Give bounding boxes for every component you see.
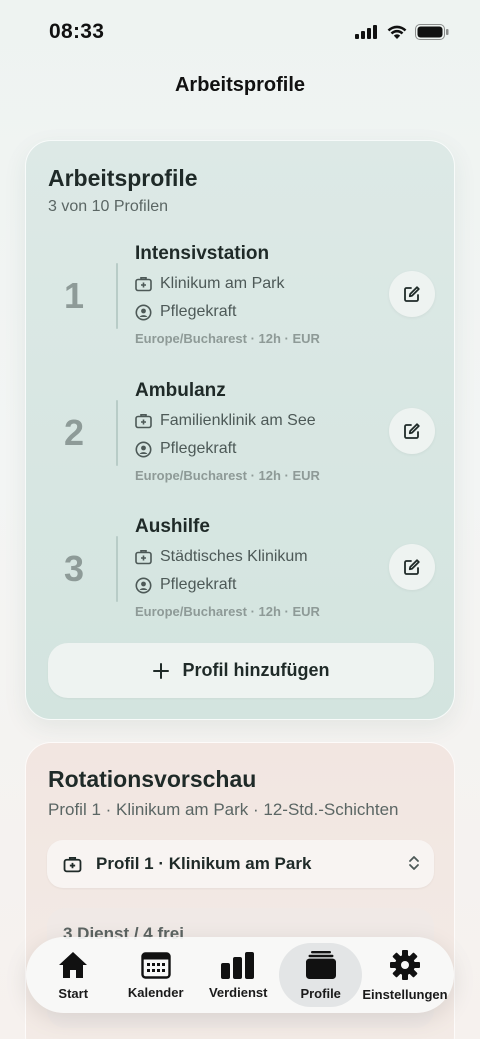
hospital-icon bbox=[135, 550, 152, 565]
profiles-card-title: Arbeitsprofile bbox=[48, 165, 198, 191]
tab-einstellungen[interactable]: Einstellungen bbox=[362, 943, 448, 1007]
profile-name: Aushilfe bbox=[135, 516, 210, 537]
profile-clinic: Familienklinik am See bbox=[160, 412, 316, 429]
tab-label: Einstellungen bbox=[362, 986, 448, 1002]
profile-name: Intensivstation bbox=[135, 243, 270, 264]
wifi-icon bbox=[387, 25, 407, 39]
profile-clinic-line: Klinikum am Park bbox=[135, 275, 284, 293]
tab-label: Start bbox=[58, 985, 89, 1001]
calendar-icon bbox=[141, 951, 171, 979]
home-icon bbox=[59, 951, 88, 978]
status-time: 08:33 bbox=[49, 20, 105, 43]
profile-name: Ambulanz bbox=[135, 380, 226, 401]
edit-profile-button[interactable] bbox=[389, 408, 435, 454]
profile-select[interactable]: Profil 1 · Klinikum am Park bbox=[47, 840, 434, 888]
tab-label: Verdienst bbox=[208, 984, 268, 1000]
profile-number: 2 bbox=[63, 412, 85, 453]
hospital-icon bbox=[135, 414, 152, 429]
status-icons bbox=[355, 24, 449, 40]
stack-icon bbox=[305, 950, 336, 979]
tab-start[interactable]: Start bbox=[32, 943, 114, 1007]
tab-bar: Start Kalender Verdienst Profile Einstel… bbox=[26, 937, 454, 1013]
hospital-icon bbox=[63, 856, 82, 872]
profile-divider bbox=[116, 263, 118, 329]
tab-verdienst[interactable]: Verdienst bbox=[197, 943, 279, 1007]
profiles-count: 3 von 10 Profilen bbox=[48, 198, 169, 215]
tab-label: Kalender bbox=[127, 984, 184, 1000]
profile-role: Pflegekraft bbox=[160, 576, 237, 593]
profile-meta: Europe/Bucharest · 12h · EUR bbox=[135, 604, 320, 619]
profile-divider bbox=[116, 536, 118, 602]
profile-row: 1 Intensivstation Klinikum am Park Pfleg… bbox=[26, 239, 456, 359]
add-profile-label: Profil hinzufügen bbox=[182, 660, 330, 680]
profile-number: 1 bbox=[63, 275, 85, 316]
edit-icon bbox=[404, 423, 420, 439]
edit-icon bbox=[404, 286, 420, 302]
profile-role-line: Pflegekraft bbox=[135, 440, 236, 458]
profile-divider bbox=[116, 400, 118, 466]
person-circle-icon bbox=[135, 577, 152, 593]
profile-clinic: Klinikum am Park bbox=[160, 275, 285, 292]
person-circle-icon bbox=[135, 304, 152, 320]
chevron-up-down-icon bbox=[409, 856, 419, 870]
tab-kalender[interactable]: Kalender bbox=[114, 943, 196, 1007]
battery-icon bbox=[415, 24, 449, 40]
edit-profile-button[interactable] bbox=[389, 544, 435, 590]
edit-profile-button[interactable] bbox=[389, 271, 435, 317]
profile-row: 2 Ambulanz Familienklinik am See Pflegek… bbox=[26, 376, 456, 496]
profile-meta: Europe/Bucharest · 12h · EUR bbox=[135, 468, 320, 483]
cellular-signal-icon bbox=[355, 25, 377, 39]
person-circle-icon bbox=[135, 441, 152, 457]
profile-select-value: Profil 1 · Klinikum am Park bbox=[96, 854, 312, 873]
page-title: Arbeitsprofile bbox=[174, 74, 306, 96]
profile-number: 3 bbox=[63, 548, 85, 589]
profile-role-line: Pflegekraft bbox=[135, 576, 236, 594]
profile-meta: Europe/Bucharest · 12h · EUR bbox=[135, 331, 320, 346]
profile-clinic: Städtisches Klinikum bbox=[160, 548, 308, 565]
profile-role-line: Pflegekraft bbox=[135, 303, 236, 321]
tab-profile[interactable]: Profile bbox=[279, 943, 362, 1007]
profile-clinic-line: Familienklinik am See bbox=[135, 412, 316, 430]
gear-icon bbox=[389, 949, 420, 980]
tab-label: Profile bbox=[300, 985, 341, 1001]
plus-icon bbox=[152, 662, 169, 679]
rotation-card-title: Rotationsvorschau bbox=[48, 766, 257, 792]
profile-role: Pflegekraft bbox=[160, 303, 237, 320]
profile-clinic-line: Städtisches Klinikum bbox=[135, 548, 308, 566]
bar-chart-icon bbox=[221, 951, 255, 979]
rotation-card-subtitle: Profil 1 · Klinikum am Park · 12-Std.-Sc… bbox=[48, 800, 399, 819]
profile-role: Pflegekraft bbox=[160, 440, 237, 457]
profiles-card: Arbeitsprofile 3 von 10 Profilen 1 Inten… bbox=[25, 140, 455, 720]
status-bar: 08:33 bbox=[0, 0, 480, 64]
add-profile-button[interactable]: Profil hinzufügen bbox=[48, 643, 434, 698]
hospital-icon bbox=[135, 277, 152, 292]
profile-row: 3 Aushilfe Städtisches Klinikum Pflegekr… bbox=[26, 512, 456, 632]
edit-icon bbox=[404, 559, 420, 575]
